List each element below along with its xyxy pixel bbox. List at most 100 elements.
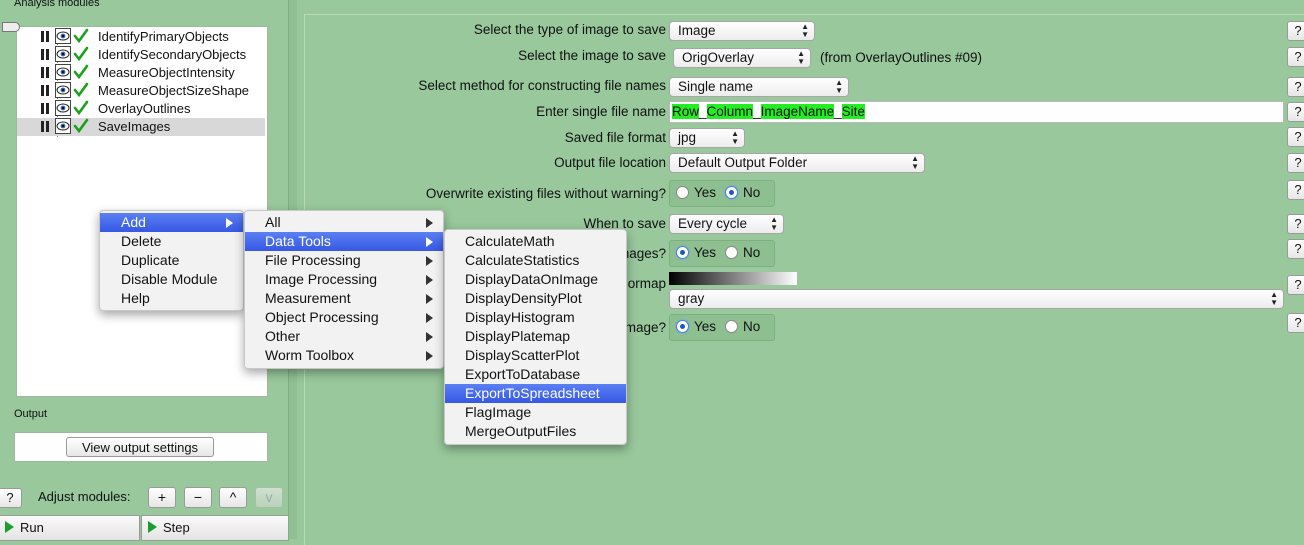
module-row[interactable]: MeasureObjectIntensity — [17, 64, 265, 82]
drag-handle[interactable] — [2, 22, 20, 32]
context-menu-item-label: Disable Module — [121, 271, 218, 287]
eye-icon[interactable] — [55, 28, 71, 44]
add-menu-item-label: Worm Toolbox — [265, 347, 354, 363]
step-label: Step — [163, 520, 190, 535]
image-name-select[interactable]: OrigOverlay ▲ ▼ — [673, 48, 811, 68]
help-button[interactable]: ? — [1287, 275, 1304, 295]
view-output-settings-button[interactable]: View output settings — [66, 437, 214, 457]
image-type-select[interactable]: Image ▲ ▼ — [669, 21, 815, 41]
help-button[interactable]: ? — [1287, 239, 1304, 259]
data-tools-menu-item[interactable]: DisplayScatterPlot — [445, 346, 626, 365]
naming-method-value: Single name — [678, 79, 754, 94]
help-button[interactable]: ? — [1287, 77, 1304, 97]
overwrite-no-radio[interactable] — [725, 186, 738, 199]
data-tools-menu-item[interactable]: ExportToSpreadsheet — [445, 384, 626, 403]
module-name: IdentifyPrimaryObjects — [98, 29, 229, 44]
add-module-button[interactable]: + — [148, 487, 176, 508]
data-tools-menu-item-label: DisplayDataOnImage — [465, 271, 599, 287]
add-menu-item[interactable]: All — [245, 213, 443, 232]
help-button[interactable]: ? — [1287, 313, 1304, 333]
add-menu-item[interactable]: Data Tools — [245, 232, 443, 251]
data-tools-submenu: CalculateMath CalculateStatistics DisplayD… — [444, 229, 627, 445]
update-yes-radio[interactable] — [676, 320, 689, 333]
data-tools-menu-item[interactable]: FlagImage — [445, 403, 626, 422]
pause-icon[interactable] — [41, 31, 50, 42]
eye-icon[interactable] — [55, 46, 71, 62]
help-button[interactable]: ? — [1287, 127, 1304, 147]
help-button[interactable]: ? — [1287, 180, 1304, 200]
module-row[interactable]: OverlayOutlines — [17, 100, 265, 118]
updown-icon: ▲ ▼ — [731, 129, 739, 146]
eye-icon[interactable] — [55, 100, 71, 116]
context-menu-item[interactable]: Add — [100, 213, 243, 232]
context-menu-item[interactable]: Delete — [100, 232, 243, 251]
eye-icon[interactable] — [55, 118, 71, 134]
update-no-radio[interactable] — [725, 320, 738, 333]
colormap-preview — [669, 272, 797, 285]
overwrite-yes-radio[interactable] — [676, 186, 689, 199]
data-tools-menu-item[interactable]: ExportToDatabase — [445, 365, 626, 384]
output-location-label: Output file location — [554, 155, 666, 170]
data-tools-menu-item-label: DisplayScatterPlot — [465, 347, 580, 363]
help-button[interactable]: ? — [1287, 102, 1304, 122]
data-tools-menu-item[interactable]: CalculateStatistics — [445, 251, 626, 270]
add-menu-item[interactable]: Image Processing — [245, 270, 443, 289]
data-tools-menu-item[interactable]: DisplayDensityPlot — [445, 289, 626, 308]
pause-icon[interactable] — [41, 103, 50, 114]
run-button[interactable]: Run — [0, 515, 140, 541]
eye-icon[interactable] — [55, 82, 71, 98]
move-down-button[interactable]: v — [255, 487, 283, 508]
module-row[interactable]: IdentifyPrimaryObjects — [17, 28, 265, 46]
colormap-label: ormap — [627, 276, 666, 291]
record-yes-radio[interactable] — [676, 246, 689, 259]
checkmark-icon — [73, 64, 89, 80]
play-icon — [5, 521, 14, 533]
data-tools-menu-item-label: FlagImage — [465, 404, 532, 420]
step-button[interactable]: Step — [141, 515, 289, 541]
pause-icon[interactable] — [41, 49, 50, 60]
context-menu-item-label: Delete — [121, 233, 162, 249]
submenu-arrow-icon — [426, 275, 433, 285]
pause-icon[interactable] — [41, 121, 50, 132]
colormap-select[interactable]: gray ▲ ▼ — [669, 289, 1284, 309]
checkmark-icon — [73, 28, 89, 44]
when-to-save-select[interactable]: Every cycle ▲ ▼ — [669, 214, 784, 234]
context-menu-item[interactable]: Duplicate — [100, 251, 243, 270]
pause-icon[interactable] — [41, 67, 50, 78]
output-location-select[interactable]: Default Output Folder ▲ ▼ — [669, 153, 925, 173]
submenu-arrow-icon — [426, 332, 433, 342]
add-menu-item[interactable]: Object Processing — [245, 308, 443, 327]
data-tools-menu-item[interactable]: CalculateMath — [445, 232, 626, 251]
help-button[interactable]: ? — [0, 488, 22, 508]
help-button[interactable]: ? — [1287, 47, 1304, 67]
data-tools-menu-item[interactable]: DisplayPlatemap — [445, 327, 626, 346]
help-button[interactable]: ? — [1287, 21, 1304, 41]
add-menu-item[interactable]: Worm Toolbox — [245, 346, 443, 365]
eye-icon[interactable] — [55, 64, 71, 80]
add-menu-item-label: Image Processing — [265, 271, 378, 287]
updown-icon: ▲ ▼ — [835, 78, 843, 95]
single-file-name-input[interactable]: Row_Column_ImageName_Site — [669, 101, 1284, 123]
data-tools-menu-item[interactable]: MergeOutputFiles — [445, 422, 626, 441]
data-tools-menu-item[interactable]: DisplayDataOnImage — [445, 270, 626, 289]
help-button[interactable]: ? — [1287, 214, 1304, 234]
naming-method-select[interactable]: Single name ▲ ▼ — [669, 77, 849, 97]
data-tools-menu-item[interactable]: DisplayHistogram — [445, 308, 626, 327]
context-menu-item[interactable]: Help — [100, 289, 243, 308]
add-menu-item[interactable]: File Processing — [245, 251, 443, 270]
context-menu-item[interactable]: Disable Module — [100, 270, 243, 289]
pause-icon[interactable] — [41, 85, 50, 96]
help-button[interactable]: ? — [1287, 153, 1304, 173]
move-up-button[interactable]: ^ — [219, 487, 247, 508]
file-format-select[interactable]: jpg ▲ ▼ — [669, 128, 745, 148]
add-menu-item[interactable]: Measurement — [245, 289, 443, 308]
module-row[interactable]: SaveImages — [17, 118, 265, 136]
submenu-arrow-icon — [426, 237, 433, 247]
image-type-value: Image — [678, 23, 716, 38]
module-row[interactable]: MeasureObjectSizeShape — [17, 82, 265, 100]
record-no-radio[interactable] — [725, 246, 738, 259]
module-row[interactable]: IdentifySecondaryObjects — [17, 46, 265, 64]
remove-module-button[interactable]: − — [184, 487, 212, 508]
metadata-row: Row — [672, 104, 700, 119]
add-menu-item[interactable]: Other — [245, 327, 443, 346]
